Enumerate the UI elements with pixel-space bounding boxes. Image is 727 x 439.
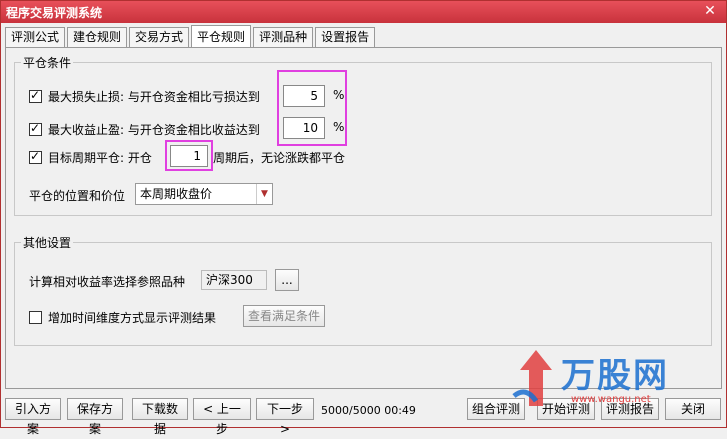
prev-step-button[interactable]: < 上一步 [193, 398, 251, 436]
title-bar: 程序交易评测系统 ✕ [1, 1, 726, 23]
save-plan-button[interactable]: 保存方案 [67, 398, 123, 436]
combo-test-button[interactable]: 组合评测 [467, 398, 525, 420]
tab-formula[interactable]: 评测公式 [5, 27, 66, 47]
close-conditions-group: 平仓条件 最大损失止损: 与开仓资金相比亏损达到 5 % 最大收益止盈: 与开仓… [14, 54, 712, 216]
next-step-button[interactable]: 下一步 > [256, 398, 314, 436]
period-close-row: 目标周期平仓: 开仓 [29, 149, 152, 166]
ref-symbol-label: 计算相对收益率选择参照品种 [29, 275, 186, 289]
time-dimension-row: 增加时间维度方式显示评测结果 [29, 309, 216, 326]
period-close-label-after: 周期后，无论涨跌都平仓 [213, 151, 346, 165]
view-conditions-button[interactable]: 查看满足条件 [243, 305, 325, 327]
period-close-checkbox[interactable] [29, 149, 42, 164]
start-test-button[interactable]: 开始评测 [537, 398, 595, 420]
period-close-label-before: 目标周期平仓: 开仓 [48, 151, 152, 165]
browse-button[interactable]: ... [275, 269, 299, 291]
test-report-button[interactable]: 评测报告 [601, 398, 659, 420]
progress-status: 5000/5000 00:49 [321, 404, 416, 417]
tab-report-settings[interactable]: 设置报告 [315, 27, 376, 47]
tab-panel: 平仓条件 最大损失止损: 与开仓资金相比亏损达到 5 % 最大收益止盈: 与开仓… [5, 47, 722, 389]
tab-open-rules[interactable]: 建仓规则 [67, 27, 128, 47]
window-title: 程序交易评测系统 [6, 6, 103, 20]
other-settings-group: 其他设置 计算相对收益率选择参照品种 沪深300 ... 增加时间维度方式显示评… [14, 234, 712, 346]
time-dimension-label: 增加时间维度方式显示评测结果 [48, 311, 217, 325]
tab-symbols[interactable]: 评测品种 [253, 27, 314, 47]
ref-symbol-field: 沪深300 [201, 270, 267, 290]
take-profit-row: 最大收益止盈: 与开仓资金相比收益达到 [29, 121, 260, 138]
tab-bar: 评测公式 建仓规则 交易方式 平仓规则 评测品种 设置报告 [5, 25, 377, 47]
main-window: 程序交易评测系统 ✕ 评测公式 建仓规则 交易方式 平仓规则 评测品种 设置报告… [0, 0, 727, 436]
price-select[interactable]: 本周期收盘价 ▼ [135, 183, 273, 205]
take-profit-checkbox[interactable] [29, 121, 42, 136]
highlight-box [277, 70, 347, 146]
stop-loss-checkbox[interactable] [29, 88, 42, 103]
highlight-box [165, 140, 213, 171]
chevron-down-icon[interactable]: ▼ [256, 184, 272, 204]
stop-loss-row: 最大损失止损: 与开仓资金相比亏损达到 [29, 88, 260, 105]
close-button[interactable]: 关闭 [665, 398, 721, 420]
price-select-value: 本周期收盘价 [140, 187, 213, 201]
import-plan-button[interactable]: 引入方案 [5, 398, 61, 436]
group-label: 平仓条件 [21, 54, 74, 71]
price-label: 平仓的位置和价位 [29, 189, 126, 203]
tab-close-rules[interactable]: 平仓规则 [191, 25, 252, 47]
time-dimension-checkbox[interactable] [29, 311, 42, 324]
download-data-button[interactable]: 下载数据 [132, 398, 188, 436]
tab-trade-mode[interactable]: 交易方式 [129, 27, 190, 47]
stop-loss-label: 最大损失止损: 与开仓资金相比亏损达到 [48, 90, 260, 104]
close-icon[interactable]: ✕ [702, 3, 718, 19]
group-label: 其他设置 [21, 234, 74, 251]
take-profit-label: 最大收益止盈: 与开仓资金相比收益达到 [48, 123, 260, 137]
